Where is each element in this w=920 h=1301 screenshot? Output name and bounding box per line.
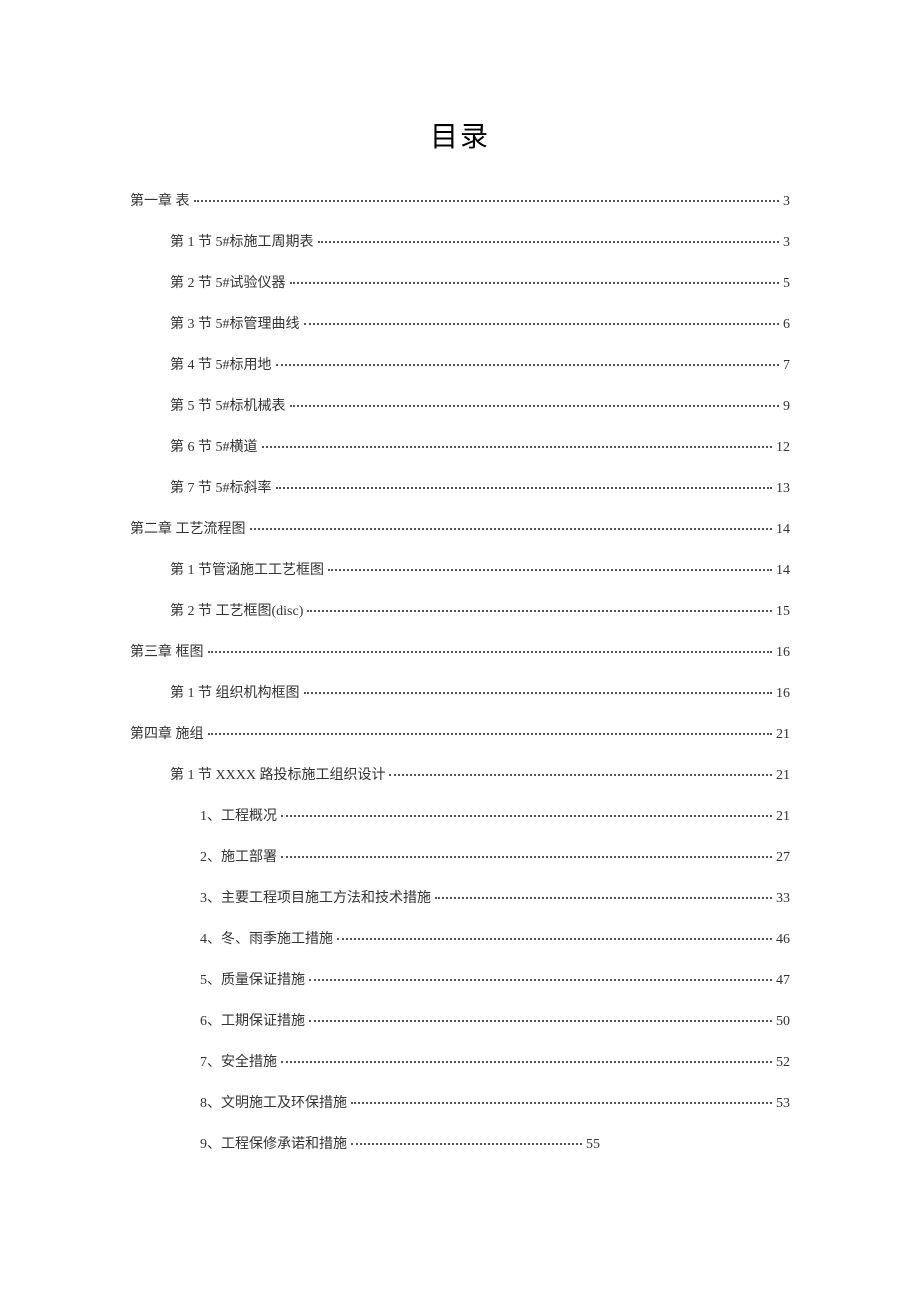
toc-label: 第 1 节管涵施工工艺框图 (170, 559, 324, 579)
toc-label: 5、质量保证措施 (200, 969, 305, 989)
toc-page-number: 13 (776, 481, 790, 497)
toc-leader-dots (435, 897, 772, 899)
toc-page-number: 3 (783, 194, 790, 210)
toc-label: 第 1 节 5#标施工周期表 (170, 231, 314, 251)
toc-leader-dots (328, 569, 772, 571)
toc-leader-dots (309, 1020, 772, 1022)
toc-entry: 第 1 节管涵施工工艺框图 14 (170, 559, 790, 579)
toc-label: 第三章 框图 (130, 641, 204, 661)
toc-label: 8、文明施工及环保措施 (200, 1092, 347, 1112)
toc-entry: 第 1 节 组织机构框图 16 (170, 682, 790, 702)
toc-label: 3、主要工程项目施工方法和技术措施 (200, 887, 431, 907)
toc-entry: 第 4 节 5#标用地 7 (170, 354, 790, 374)
toc-label: 第一章 表 (130, 190, 190, 210)
toc-page-number: 16 (776, 645, 790, 661)
toc-entry: 第四章 施组 21 (130, 723, 790, 743)
toc-page-number: 46 (776, 932, 790, 948)
toc-label: 第二章 工艺流程图 (130, 518, 246, 538)
toc-label: 第四章 施组 (130, 723, 204, 743)
toc-page-number: 53 (776, 1096, 790, 1112)
toc-leader-dots (304, 323, 780, 325)
toc-page-number: 21 (776, 727, 790, 743)
toc-entry: 第 3 节 5#标管理曲线 6 (170, 313, 790, 333)
toc-leader-dots (307, 610, 772, 612)
toc-page-number: 3 (783, 235, 790, 251)
toc-label: 第 1 节 XXXX 路投标施工组织设计 (170, 764, 385, 784)
toc-leader-dots (281, 856, 772, 858)
toc-entry: 8、文明施工及环保措施 53 (200, 1092, 790, 1112)
toc-label: 第 5 节 5#标机械表 (170, 395, 286, 415)
toc-label: 第 3 节 5#标管理曲线 (170, 313, 300, 333)
toc-entry: 6、工期保证措施 50 (200, 1010, 790, 1030)
toc-entry: 第 5 节 5#标机械表 9 (170, 395, 790, 415)
toc-label: 第 1 节 组织机构框图 (170, 682, 300, 702)
toc-page-number: 50 (776, 1014, 790, 1030)
toc-entry: 3、主要工程项目施工方法和技术措施 33 (200, 887, 790, 907)
toc-leader-dots (389, 774, 772, 776)
toc-label: 9、工程保修承诺和措施 (200, 1133, 347, 1153)
toc-entry: 第三章 框图 16 (130, 641, 790, 661)
toc-entry: 第 6 节 5#横道 12 (170, 436, 790, 456)
toc-label: 第 7 节 5#标斜率 (170, 477, 272, 497)
toc-page-number: 14 (776, 522, 790, 538)
toc-entry: 4、冬、雨季施工措施 46 (200, 928, 790, 948)
toc-entry: 第 1 节 5#标施工周期表 3 (170, 231, 790, 251)
toc-leader-dots (351, 1102, 772, 1104)
toc-leader-dots (318, 241, 780, 243)
toc-leader-dots (250, 528, 773, 530)
toc-leader-dots (281, 815, 772, 817)
toc-label: 7、安全措施 (200, 1051, 277, 1071)
toc-leader-dots (281, 1061, 772, 1063)
toc-entry: 2、施工部署 27 (200, 846, 790, 866)
toc-list: 第一章 表 3 第 1 节 5#标施工周期表 3 第 2 节 5#试验仪器 5 第 3 节 … (130, 190, 790, 1153)
toc-entry: 1、工程概况 21 (200, 805, 790, 825)
toc-label: 1、工程概况 (200, 805, 277, 825)
toc-leader-dots (290, 405, 780, 407)
toc-page-number: 55 (586, 1137, 600, 1153)
toc-entry: 第 2 节 5#试验仪器 5 (170, 272, 790, 292)
toc-label: 第 2 节 工艺框图(disc) (170, 600, 303, 620)
toc-title: 目录 (130, 115, 790, 155)
toc-label: 4、冬、雨季施工措施 (200, 928, 333, 948)
toc-leader-dots (262, 446, 773, 448)
toc-leader-dots (208, 651, 773, 653)
toc-page-number: 21 (776, 768, 790, 784)
toc-page-number: 14 (776, 563, 790, 579)
toc-label: 第 4 节 5#标用地 (170, 354, 272, 374)
toc-leader-dots (290, 282, 780, 284)
toc-page-number: 21 (776, 809, 790, 825)
toc-page-number: 5 (783, 276, 790, 292)
toc-label: 6、工期保证措施 (200, 1010, 305, 1030)
toc-entry: 第 2 节 工艺框图(disc) 15 (170, 600, 790, 620)
toc-leader-dots (276, 487, 773, 489)
toc-page-number: 52 (776, 1055, 790, 1071)
toc-label: 第 2 节 5#试验仪器 (170, 272, 286, 292)
toc-entry: 5、质量保证措施 47 (200, 969, 790, 989)
toc-page-number: 7 (783, 358, 790, 374)
toc-page-number: 47 (776, 973, 790, 989)
toc-leader-dots (309, 979, 772, 981)
toc-leader-dots (337, 938, 772, 940)
toc-page-number: 15 (776, 604, 790, 620)
toc-entry: 第 1 节 XXXX 路投标施工组织设计 21 (170, 764, 790, 784)
toc-page-number: 9 (783, 399, 790, 415)
toc-entry: 9、工程保修承诺和措施 55 (200, 1133, 600, 1153)
toc-leader-dots (276, 364, 780, 366)
toc-page-number: 6 (783, 317, 790, 333)
toc-page-number: 16 (776, 686, 790, 702)
toc-label: 第 6 节 5#横道 (170, 436, 258, 456)
toc-label: 2、施工部署 (200, 846, 277, 866)
toc-leader-dots (208, 733, 773, 735)
toc-page-number: 33 (776, 891, 790, 907)
toc-entry: 第一章 表 3 (130, 190, 790, 210)
toc-page-number: 12 (776, 440, 790, 456)
toc-leader-dots (351, 1143, 582, 1145)
toc-leader-dots (194, 200, 780, 202)
toc-entry: 7、安全措施 52 (200, 1051, 790, 1071)
toc-entry: 第二章 工艺流程图 14 (130, 518, 790, 538)
toc-entry: 第 7 节 5#标斜率 13 (170, 477, 790, 497)
toc-leader-dots (304, 692, 773, 694)
toc-page-number: 27 (776, 850, 790, 866)
